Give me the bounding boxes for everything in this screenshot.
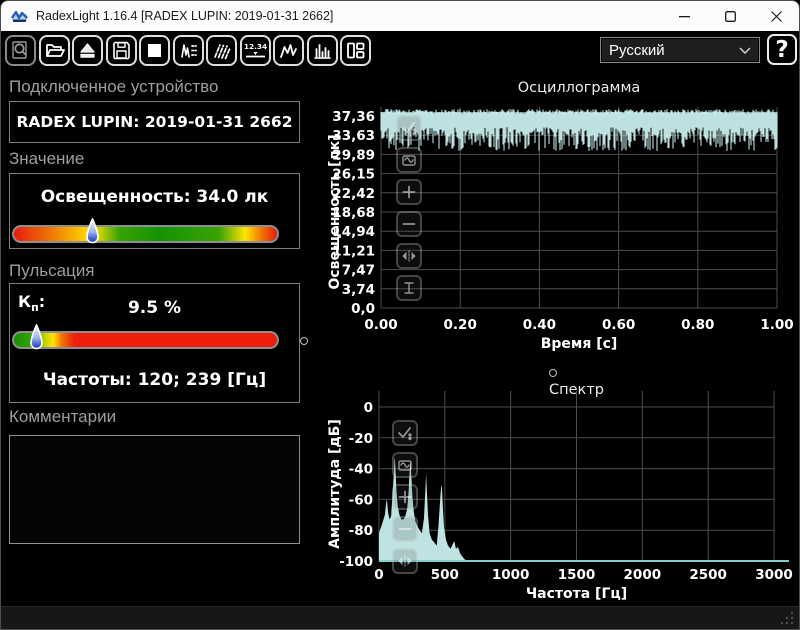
chart-tool-measure-vertical-icon[interactable] <box>396 275 422 301</box>
device-box: RADEX LUPIN: 2019-01-31 2662 <box>9 101 300 143</box>
statusbar <box>1 606 799 629</box>
toolbar-eject-device-button[interactable] <box>72 35 103 66</box>
chart-tool-zoom-in-icon[interactable] <box>396 179 422 205</box>
language-value: Русский <box>609 41 665 59</box>
svg-text:2000: 2000 <box>624 567 662 583</box>
svg-text:0: 0 <box>374 567 383 583</box>
illuminance-reading: Освещенность: 34.0 лк <box>40 187 269 207</box>
svg-text:7,47: 7,47 <box>342 263 375 279</box>
chevron-down-icon <box>739 47 751 54</box>
svg-text:2500: 2500 <box>689 567 727 583</box>
toolbar-spectrum-button[interactable] <box>306 35 338 66</box>
panel-splitter-handle[interactable] <box>300 337 308 345</box>
toolbar-preview-button[interactable] <box>5 35 36 66</box>
toolbar: 12.34 Русский ? <box>1 31 799 69</box>
titlebar: RadexLight 1.16.4 [RADEX LUPIN: 2019-01-… <box>1 1 799 31</box>
toolbar-save-button[interactable] <box>105 35 137 66</box>
svg-text:0: 0 <box>364 400 373 416</box>
svg-text:Освещенность [лк]: Освещенность [лк] <box>327 134 343 289</box>
svg-text:-100: -100 <box>339 554 373 570</box>
pulsation-marker-icon <box>29 324 43 350</box>
svg-text:1.00: 1.00 <box>760 317 793 333</box>
app-window: RadexLight 1.16.4 [RADEX LUPIN: 2019-01-… <box>0 0 800 630</box>
maximize-button[interactable] <box>707 1 753 31</box>
chart-tool-pan-wave-icon[interactable] <box>396 147 422 173</box>
illuminance-marker-icon <box>85 218 99 244</box>
chart-tool-select-icon[interactable] <box>396 115 422 141</box>
pulsation-section-label: Пульсация <box>9 261 95 280</box>
kp-value: 9.5 % <box>127 298 182 318</box>
language-select[interactable]: Русский <box>600 37 760 63</box>
svg-text:-60: -60 <box>349 492 373 508</box>
frequencies-value: Частоты: 120; 239 [Гц] <box>42 370 267 390</box>
chart-tool-zoom-out-icon[interactable] <box>396 211 422 237</box>
svg-text:1500: 1500 <box>558 567 596 583</box>
device-value: RADEX LUPIN: 2019-01-31 2662 <box>16 113 293 131</box>
app-icon <box>11 10 28 22</box>
svg-text:3000: 3000 <box>755 567 793 583</box>
spectrum-chart[interactable]: Спектр0-20-40-60-80-1000 500 1000 1500 2000 2… <box>311 351 800 609</box>
chart-tool-zoom-out-icon[interactable] <box>392 516 418 542</box>
toolbar-oscillogram-button[interactable] <box>273 35 304 66</box>
toolbar-layout-button[interactable] <box>340 35 371 66</box>
svg-text:Частота [Гц]: Частота [Гц] <box>526 586 627 602</box>
svg-text:500: 500 <box>431 567 459 583</box>
svg-text:0.60: 0.60 <box>602 317 635 333</box>
svg-text:0.00: 0.00 <box>364 317 397 333</box>
chart-tool-fit-width-icon[interactable] <box>392 548 418 574</box>
svg-text:37,36: 37,36 <box>332 109 375 125</box>
toolbar-sweep-button[interactable] <box>206 35 237 66</box>
svg-text:1000: 1000 <box>492 567 530 583</box>
minimize-button[interactable] <box>661 1 707 31</box>
svg-text:-40: -40 <box>349 462 373 478</box>
chart-tool-fit-width-icon[interactable] <box>396 243 422 269</box>
toolbar-measure-button[interactable]: 12.34 <box>239 35 271 66</box>
toolbar-stop-button[interactable] <box>139 35 170 66</box>
svg-text:Время [с]: Время [с] <box>541 336 618 351</box>
chart-tool-pan-wave-icon[interactable] <box>392 452 418 478</box>
svg-text:0,0: 0,0 <box>351 301 375 317</box>
svg-text:Осциллограмма: Осциллограмма <box>518 80 641 96</box>
svg-text:0.40: 0.40 <box>523 317 556 333</box>
svg-text:3,74: 3,74 <box>342 282 375 298</box>
oscillogram-chart[interactable]: Осциллограмма37,3633,6329,8926,1522,4218… <box>311 71 800 351</box>
comments-section-label: Комментарии <box>9 407 117 426</box>
svg-text:-20: -20 <box>349 431 373 447</box>
device-section-label: Подключенное устройство <box>9 77 219 96</box>
comments-input[interactable] <box>9 435 300 544</box>
toolbar-record-waveform-button[interactable] <box>172 35 204 66</box>
value-section-label: Значение <box>9 149 85 168</box>
svg-text:0.80: 0.80 <box>681 317 714 333</box>
chart-tool-zoom-in-icon[interactable] <box>392 484 418 510</box>
svg-text:12.34: 12.34 <box>244 42 267 51</box>
svg-text:-80: -80 <box>349 523 373 539</box>
window-title: RadexLight 1.16.4 [RADEX LUPIN: 2019-01-… <box>36 9 334 23</box>
illuminance-scale-bar <box>12 225 279 243</box>
svg-text:Амплитуда [дБ]: Амплитуда [дБ] <box>327 419 343 549</box>
resize-grip-icon[interactable] <box>779 610 795 626</box>
svg-text:0.20: 0.20 <box>444 317 477 333</box>
pulsation-scale-bar <box>12 331 279 349</box>
help-button[interactable]: ? <box>767 34 797 65</box>
close-button[interactable] <box>753 1 799 31</box>
chart-tool-select-icon[interactable] <box>392 420 418 446</box>
toolbar-open-folder-button[interactable] <box>38 35 70 66</box>
